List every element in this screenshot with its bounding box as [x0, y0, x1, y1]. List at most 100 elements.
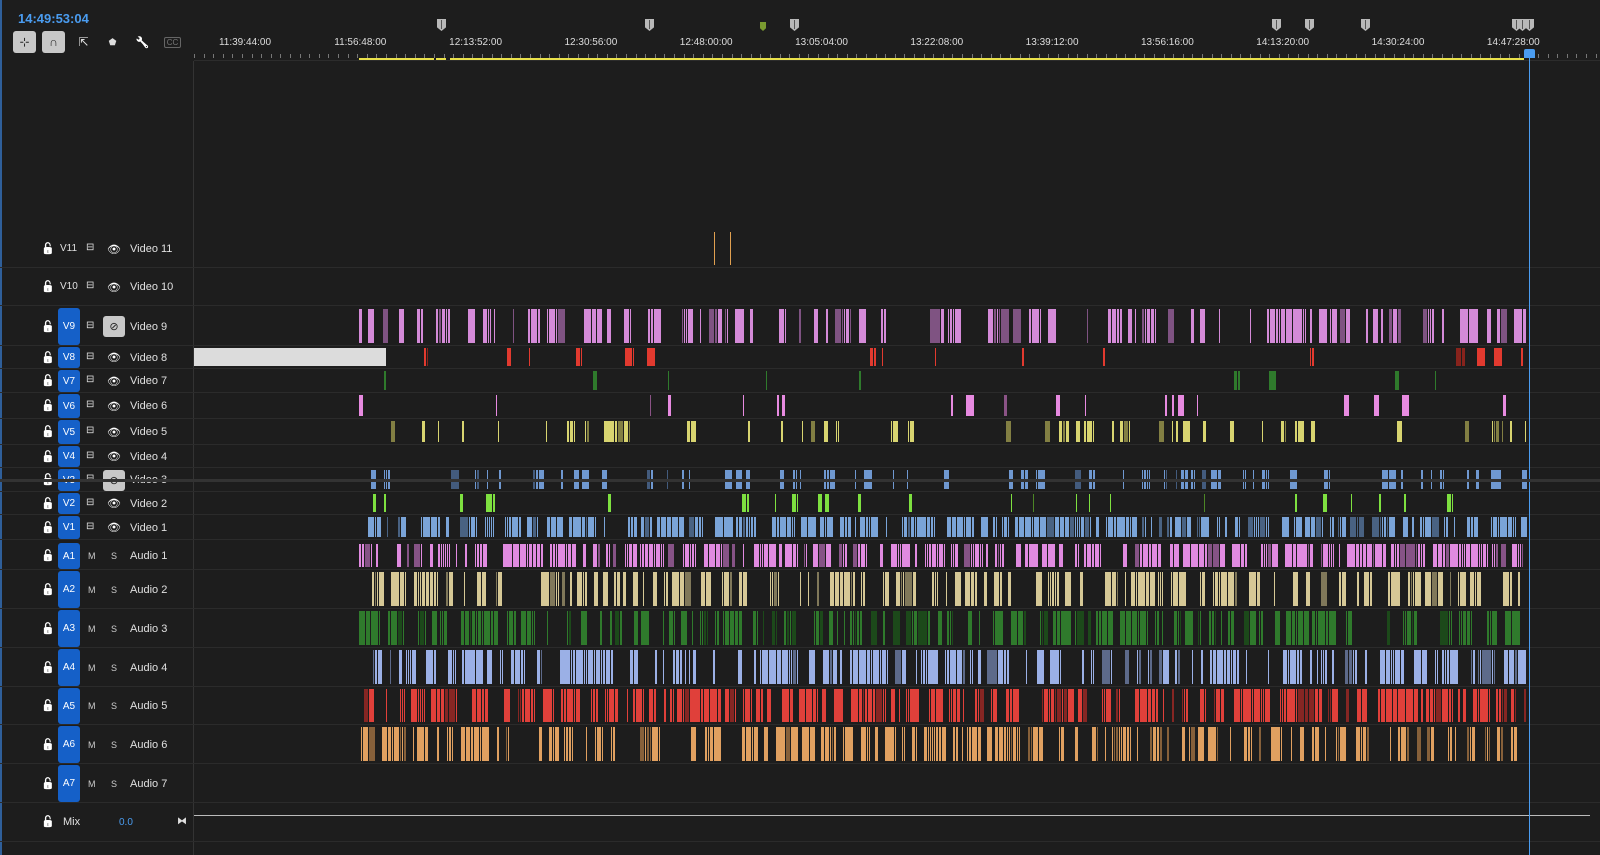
clip[interactable] — [1032, 517, 1033, 537]
clip[interactable] — [418, 572, 419, 606]
clip[interactable] — [388, 727, 391, 761]
clip[interactable] — [1182, 727, 1185, 761]
clip[interactable] — [1116, 689, 1118, 722]
clip[interactable] — [1291, 727, 1292, 761]
clip[interactable] — [1029, 544, 1038, 567]
clip[interactable] — [1423, 309, 1427, 343]
clip[interactable] — [932, 544, 936, 567]
clip[interactable] — [834, 689, 843, 722]
clip[interactable] — [1342, 572, 1346, 606]
clip[interactable] — [871, 517, 878, 537]
clip[interactable] — [512, 517, 518, 537]
clip[interactable] — [748, 421, 750, 442]
clip[interactable] — [699, 517, 701, 537]
timeline-marker[interactable] — [1525, 19, 1534, 31]
clip[interactable] — [1173, 572, 1178, 606]
track-v10-lane[interactable] — [194, 268, 1600, 306]
clip[interactable] — [408, 650, 409, 684]
clip[interactable] — [509, 611, 513, 645]
clip[interactable] — [873, 650, 879, 684]
clip[interactable] — [487, 650, 492, 684]
clip[interactable] — [421, 544, 422, 567]
clip[interactable] — [702, 611, 703, 645]
clip[interactable] — [1425, 517, 1431, 537]
clip[interactable] — [1306, 572, 1310, 606]
clip[interactable] — [749, 517, 750, 537]
clip[interactable] — [633, 572, 638, 606]
clip[interactable] — [1189, 727, 1190, 761]
clip[interactable] — [1192, 650, 1193, 684]
clip[interactable] — [654, 309, 661, 343]
clip[interactable] — [1148, 650, 1149, 684]
clip[interactable] — [1078, 544, 1079, 567]
clip[interactable] — [1442, 309, 1444, 343]
clip[interactable] — [1400, 544, 1405, 567]
clip[interactable] — [1138, 611, 1139, 645]
lock-icon[interactable]: 🔓 — [41, 242, 55, 255]
clip[interactable] — [604, 421, 614, 442]
clip[interactable] — [1315, 727, 1319, 761]
clip[interactable] — [1438, 572, 1443, 606]
clip[interactable] — [844, 611, 845, 645]
clip[interactable] — [1202, 572, 1205, 606]
clip[interactable] — [425, 611, 426, 645]
clip[interactable] — [1171, 572, 1172, 606]
clip[interactable] — [1390, 727, 1391, 761]
clip[interactable] — [691, 727, 696, 761]
clip[interactable] — [1219, 517, 1220, 537]
clip[interactable] — [1305, 689, 1308, 722]
clip[interactable] — [1075, 727, 1078, 761]
track-header-v9[interactable]: 🔓 V9 ⊟ ⊘ Video 9 — [0, 307, 194, 346]
clip[interactable] — [1521, 517, 1527, 537]
clip[interactable] — [774, 572, 777, 606]
clip[interactable] — [1380, 650, 1385, 684]
clip[interactable] — [1175, 517, 1181, 537]
clip[interactable] — [1504, 689, 1507, 722]
clip[interactable] — [1105, 572, 1111, 606]
clip[interactable] — [1120, 309, 1122, 343]
clip[interactable] — [1459, 611, 1460, 645]
clip[interactable] — [1375, 544, 1382, 567]
clip[interactable] — [556, 544, 557, 567]
clip[interactable] — [1459, 544, 1461, 567]
clip[interactable] — [1112, 421, 1114, 442]
clip[interactable] — [390, 650, 391, 684]
clip[interactable] — [1268, 544, 1271, 567]
clip[interactable] — [845, 727, 853, 761]
clip[interactable] — [682, 309, 683, 343]
clip[interactable] — [860, 517, 865, 537]
clip[interactable] — [668, 395, 671, 416]
clip[interactable] — [910, 421, 914, 442]
solo-button[interactable]: S — [111, 585, 117, 595]
clip[interactable] — [1102, 650, 1110, 684]
clip[interactable] — [1028, 727, 1030, 761]
track-target-v1[interactable]: V1 — [58, 516, 80, 539]
clip[interactable] — [1052, 572, 1054, 606]
clip[interactable] — [1270, 309, 1275, 343]
clip[interactable] — [1397, 421, 1402, 442]
clip[interactable] — [1077, 517, 1078, 537]
clip[interactable] — [833, 650, 837, 684]
clip[interactable] — [366, 611, 370, 645]
clip[interactable] — [1330, 689, 1331, 722]
clip[interactable] — [754, 544, 759, 567]
clip[interactable] — [882, 348, 883, 366]
clip[interactable] — [379, 611, 380, 645]
clip[interactable] — [1279, 309, 1280, 343]
clip[interactable] — [947, 517, 951, 537]
timeline-marker[interactable] — [790, 19, 799, 31]
clip[interactable] — [1108, 309, 1111, 343]
clip[interactable] — [1004, 517, 1007, 537]
clip[interactable] — [739, 572, 742, 606]
clip[interactable] — [1157, 611, 1159, 645]
clip[interactable] — [1312, 727, 1314, 761]
clip[interactable] — [1403, 517, 1408, 537]
sync-lock-icon[interactable]: ⊟ — [86, 280, 94, 291]
clip[interactable] — [804, 544, 805, 567]
clip[interactable] — [437, 727, 439, 761]
clip[interactable] — [1463, 611, 1466, 645]
clip[interactable] — [596, 689, 598, 722]
clip[interactable] — [880, 650, 881, 684]
clip[interactable] — [491, 517, 492, 537]
clip[interactable] — [937, 544, 938, 567]
